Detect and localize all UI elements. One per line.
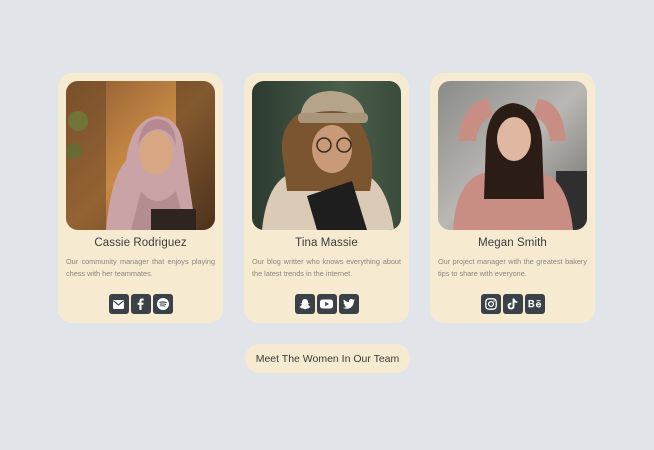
team-card-megan: Megan Smith Our project manager with the… xyxy=(430,73,595,323)
social-links xyxy=(108,294,173,314)
instagram-icon[interactable] xyxy=(480,294,501,314)
meet-team-button[interactable]: Meet The Women In Our Team xyxy=(245,344,410,373)
social-links xyxy=(480,294,545,314)
social-links xyxy=(294,294,359,314)
team-cards: Cassie Rodriguez Our community manager t… xyxy=(58,73,595,323)
member-name: Cassie Rodriguez xyxy=(94,237,187,249)
team-card-cassie: Cassie Rodriguez Our community manager t… xyxy=(58,73,223,323)
profile-photo xyxy=(438,81,587,230)
behance-icon[interactable] xyxy=(524,294,545,314)
envelope-icon[interactable] xyxy=(108,294,129,314)
snapchat-icon[interactable] xyxy=(294,294,315,314)
member-name: Megan Smith xyxy=(478,237,547,249)
youtube-icon[interactable] xyxy=(316,294,337,314)
facebook-icon[interactable] xyxy=(130,294,151,314)
member-bio: Our community manager that enjoys playin… xyxy=(66,257,215,278)
tiktok-icon[interactable] xyxy=(502,294,523,314)
spotify-icon[interactable] xyxy=(152,294,173,314)
twitter-icon[interactable] xyxy=(338,294,359,314)
member-bio: Our project manager with the greatest ba… xyxy=(438,257,587,278)
team-card-tina: Tina Massie Our blog writter who knows e… xyxy=(244,73,409,323)
profile-photo xyxy=(252,81,401,230)
profile-photo xyxy=(66,81,215,230)
member-bio: Our blog writter who knows everything ab… xyxy=(252,257,401,278)
member-name: Tina Massie xyxy=(295,237,358,249)
